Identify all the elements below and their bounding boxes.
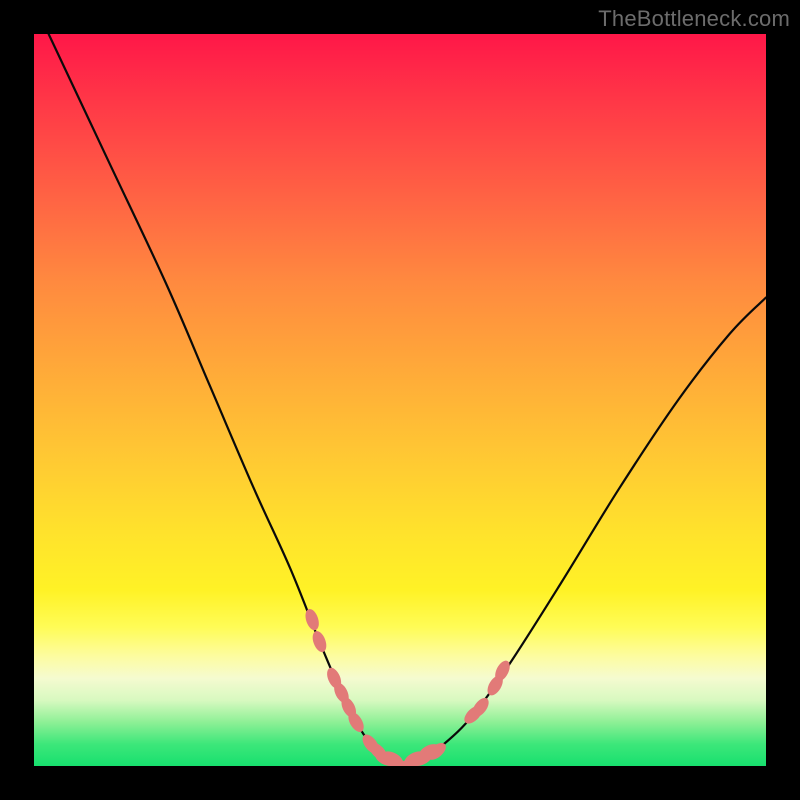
chart-frame: TheBottleneck.com <box>0 0 800 800</box>
curve-left-branch <box>49 34 400 766</box>
plot-area <box>34 34 766 766</box>
curve-layer <box>34 34 766 766</box>
curve-right-branch <box>400 298 766 766</box>
watermark-text: TheBottleneck.com <box>598 6 790 32</box>
marker-point <box>310 629 329 654</box>
marker-point <box>303 607 321 632</box>
